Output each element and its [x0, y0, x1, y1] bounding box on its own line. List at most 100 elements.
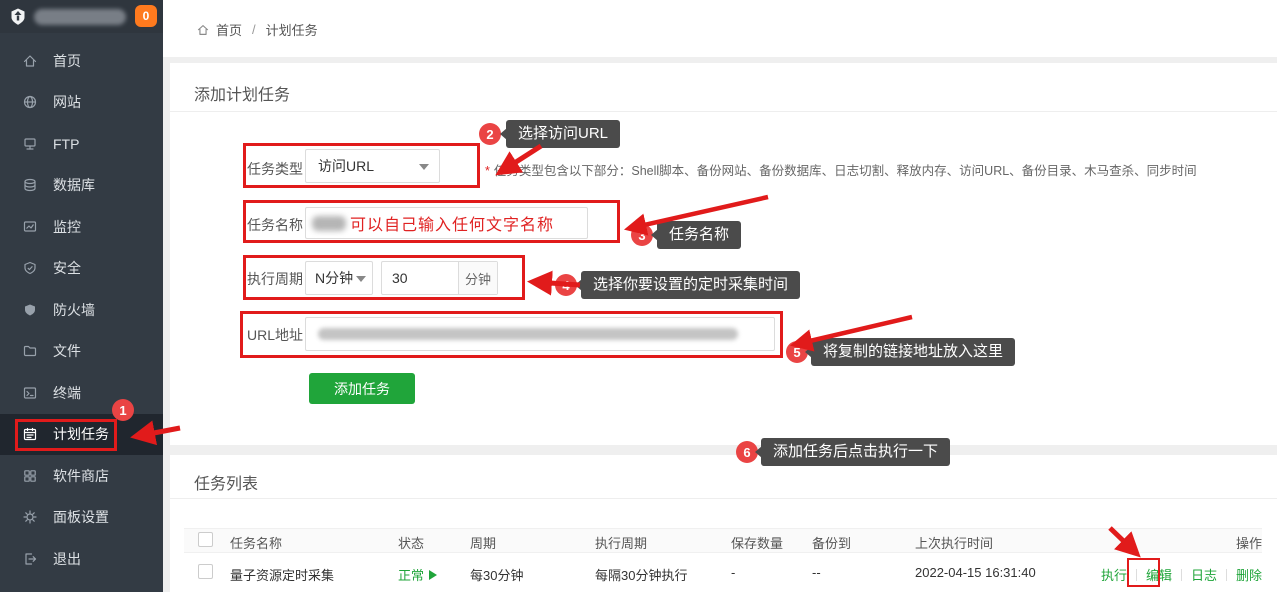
sidebar-item-label: 计划任务: [53, 424, 109, 444]
breadcrumb-separator: /: [248, 22, 260, 37]
logout-icon: [22, 551, 38, 567]
table-header-row: [184, 528, 1262, 552]
sidebar-item-label: 网站: [53, 92, 81, 112]
database-icon: [22, 177, 38, 193]
sidebar-item-security[interactable]: 安全: [0, 248, 163, 290]
action-delete-link[interactable]: 删除: [1236, 565, 1262, 584]
sidebar-item-monitor[interactable]: 监控: [0, 206, 163, 248]
step-tooltip-5: 将复制的链接地址放入这里: [811, 338, 1015, 366]
sidebar-item-label: 软件商店: [53, 466, 109, 486]
period-label: 执行周期: [247, 269, 303, 289]
step-badge-2: 2: [479, 123, 501, 145]
step-tooltip-4: 选择你要设置的定时采集时间: [581, 271, 800, 299]
redacted-url-text: [318, 328, 738, 340]
folder-icon: [22, 343, 38, 359]
redacted-text: [312, 216, 346, 231]
step-badge-4: 4: [555, 274, 577, 296]
row-checkbox[interactable]: [198, 564, 213, 579]
select-all-checkbox[interactable]: [198, 532, 213, 547]
task-list-title: 任务列表: [194, 470, 258, 494]
task-name-label: 任务名称: [247, 215, 303, 235]
cell-task-name: 量子资源定时采集: [230, 565, 334, 584]
terminal-icon: [22, 385, 38, 401]
divider: [184, 528, 1262, 529]
sidebar-item-sites[interactable]: 网站: [0, 82, 163, 124]
chevron-down-icon: [356, 276, 366, 282]
sidebar-item-label: 首页: [53, 51, 81, 71]
col-header-name: 任务名称: [230, 533, 282, 552]
sidebar-item-files[interactable]: 文件: [0, 331, 163, 373]
task-type-select[interactable]: 访问URL: [305, 149, 440, 183]
task-type-hint-text: 任务类型包含以下部分：Shell脚本、备份网站、备份数据库、日志切割、释放内存、…: [494, 164, 1197, 178]
sidebar-item-ftp[interactable]: FTP: [0, 123, 163, 165]
sidebar-item-settings[interactable]: 面板设置: [0, 497, 163, 539]
sidebar-item-cron[interactable]: 计划任务: [0, 414, 163, 456]
sidebar-item-database[interactable]: 数据库: [0, 165, 163, 207]
calendar-icon: [22, 426, 38, 442]
cell-last-run: 2022-04-15 16:31:40: [915, 565, 1036, 580]
col-header-status: 状态: [398, 533, 424, 552]
period-unit-select[interactable]: N分钟: [305, 261, 373, 295]
cell-keep-count: -: [731, 565, 735, 580]
chevron-down-icon: [419, 164, 429, 170]
sidebar-item-label: 面板设置: [53, 507, 109, 527]
sidebar-item-terminal[interactable]: 终端: [0, 372, 163, 414]
period-value-input[interactable]: 30: [382, 270, 458, 286]
action-log-link[interactable]: 日志: [1191, 565, 1217, 584]
divider: [170, 498, 1277, 499]
sidebar-item-app-store[interactable]: 软件商店: [0, 455, 163, 497]
ftp-icon: [22, 136, 38, 152]
sidebar-item-label: 文件: [53, 341, 81, 361]
task-type-selected-value: 访问URL: [318, 156, 374, 176]
step-tooltip-2: 选择访问URL: [506, 120, 620, 148]
col-header-last-run: 上次执行时间: [915, 533, 993, 552]
cell-status: 正常: [398, 565, 437, 584]
breadcrumb-home-link[interactable]: 首页: [216, 20, 242, 39]
notification-badge[interactable]: 0: [135, 5, 157, 27]
step-tooltip-6: 添加任务后点击执行一下: [761, 438, 950, 466]
panel-root: 0 首页 网站 FTP 数据库 监控: [0, 0, 1277, 592]
breadcrumb-bar: 首页 / 计划任务: [163, 0, 1277, 57]
gear-icon: [22, 509, 38, 525]
breadcrumb-current: 计划任务: [266, 20, 318, 39]
divider: [1136, 569, 1137, 581]
sidebar-item-label: 监控: [53, 217, 81, 237]
status-text: 正常: [398, 565, 424, 584]
logo-bar: 0: [0, 0, 163, 33]
task-name-input[interactable]: 可以自己输入任何文字名称: [305, 207, 588, 239]
sidebar-item-label: 退出: [53, 549, 81, 569]
home-icon: [196, 23, 210, 37]
globe-icon: [22, 94, 38, 110]
breadcrumb: 首页 / 计划任务: [196, 20, 318, 39]
step-badge-3: 3: [631, 224, 653, 246]
step-tooltip-3: 任务名称: [657, 221, 741, 249]
sidebar-item-logout[interactable]: 退出: [0, 538, 163, 580]
action-edit-link[interactable]: 编辑: [1146, 565, 1172, 584]
firewall-icon: [22, 302, 38, 318]
sidebar-item-firewall[interactable]: 防火墙: [0, 289, 163, 331]
col-header-cycle: 周期: [470, 533, 496, 552]
cell-cycle: 每30分钟: [470, 565, 523, 584]
sidebar-nav: 首页 网站 FTP 数据库 监控 安全: [0, 40, 163, 580]
col-header-keep-count: 保存数量: [731, 533, 783, 552]
sidebar-item-label: 防火墙: [53, 300, 95, 320]
action-run-link[interactable]: 执行: [1101, 565, 1127, 584]
col-header-backup-to: 备份到: [812, 533, 851, 552]
cell-actions: 执行 编辑 日志 删除: [1101, 565, 1262, 584]
sidebar-item-label: 终端: [53, 383, 81, 403]
period-unit-value: N分钟: [315, 268, 353, 288]
task-type-label: 任务类型: [247, 159, 303, 179]
sidebar: 0 首页 网站 FTP 数据库 监控: [0, 0, 163, 592]
divider: [1181, 569, 1182, 581]
sidebar-item-label: 数据库: [53, 175, 95, 195]
divider: [170, 111, 1277, 112]
app-store-icon: [22, 468, 38, 484]
required-mark: *: [485, 164, 490, 178]
sidebar-item-home[interactable]: 首页: [0, 40, 163, 82]
divider: [184, 552, 1262, 553]
url-input[interactable]: [305, 317, 775, 351]
task-name-value: 可以自己输入任何文字名称: [350, 211, 554, 235]
add-task-button[interactable]: 添加任务: [309, 373, 415, 404]
col-header-actions: 操作: [1236, 533, 1262, 552]
status-running-icon: [429, 570, 437, 580]
